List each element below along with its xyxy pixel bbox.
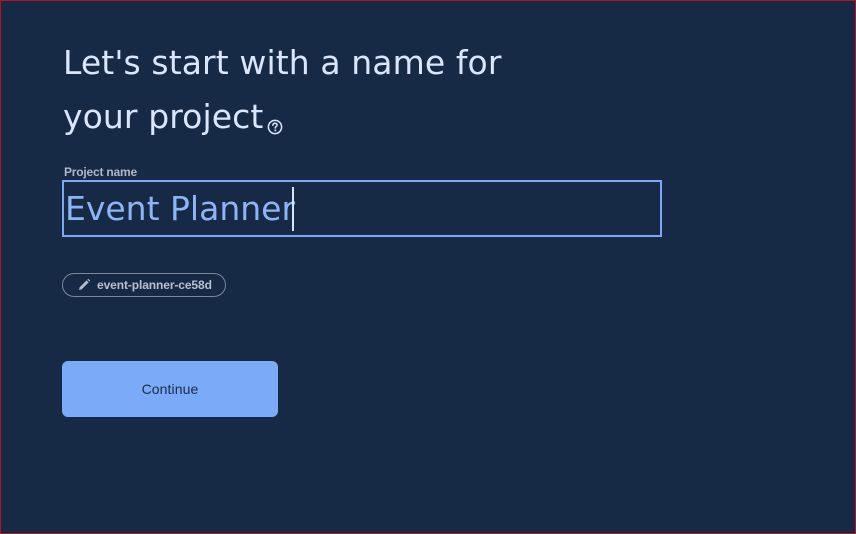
help-circle-icon[interactable] bbox=[267, 97, 283, 134]
page-title-line-1: Let's start with a name for bbox=[63, 43, 502, 82]
project-name-field[interactable]: Event Planner bbox=[62, 180, 662, 237]
text-caret bbox=[292, 187, 294, 231]
page-title: Let's start with a name for your project bbox=[63, 36, 623, 144]
project-id-text: event-planner-ce58d bbox=[97, 278, 212, 292]
continue-button[interactable]: Continue bbox=[62, 361, 278, 417]
project-name-input[interactable] bbox=[64, 182, 660, 235]
create-project-panel: Let's start with a name for your project… bbox=[62, 0, 762, 534]
pencil-icon bbox=[79, 278, 91, 290]
project-name-label: Project name bbox=[64, 165, 137, 179]
page-title-line-2: your project bbox=[63, 97, 264, 136]
project-id-chip[interactable]: event-planner-ce58d bbox=[62, 273, 226, 297]
